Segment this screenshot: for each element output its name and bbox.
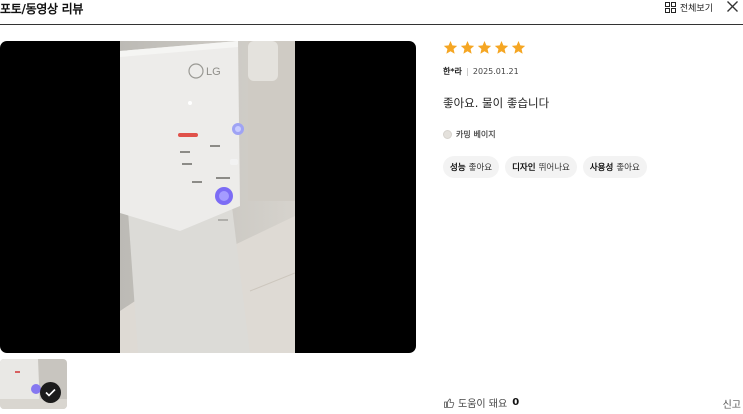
review-tag: 사용성 좋아요 [582,156,647,178]
rating-stars [443,40,526,55]
view-all-button[interactable]: 전체보기 [664,1,713,14]
star-icon [443,40,458,54]
review-author: 한*라 [443,67,462,76]
review-photo: LG [120,41,295,353]
tag-value: 좋아요 [616,163,640,173]
review-tag: 성능 좋아요 [443,156,500,178]
helpful-label: 도움이 돼요 [458,399,508,410]
brand-logo-text: LG [206,66,221,78]
option-label: 카밍 베이지 [456,130,496,139]
tag-key: 디자인 [512,163,536,173]
product-option: 카밍 베이지 [443,129,496,140]
review-tags: 성능 좋아요 디자인 뛰어나요 사용성 좋아요 [443,156,647,178]
report-link[interactable]: 신고 [723,396,741,411]
thumbnail-item[interactable] [0,359,67,409]
review-tag: 디자인 뛰어나요 [505,156,577,178]
page-title: 포토/동영상 리뷰 [0,2,84,16]
thumbs-up-icon [444,398,455,408]
tag-value: 좋아요 [468,163,493,173]
review-meta: 한*라 2025.01.21 [443,66,519,77]
tag-key: 성능 [450,163,466,173]
star-icon [477,40,492,54]
view-all-label: 전체보기 [679,4,713,14]
helpful-button[interactable]: 도움이 돼요 0 [443,395,519,410]
review-date: 2025.01.21 [472,67,519,76]
media-viewer[interactable]: LG [0,41,416,353]
meta-divider [466,67,468,76]
tag-key: 사용성 [589,163,614,173]
star-icon [460,40,475,54]
helpful-count: 0 [512,397,520,408]
star-icon [511,40,526,54]
tag-value: 뛰어나요 [538,163,570,173]
review-text: 좋아요. 물이 좋습니다 [443,96,550,110]
star-icon [494,40,509,54]
check-icon [40,382,61,403]
close-icon[interactable] [726,0,739,13]
grid-icon [664,2,676,13]
color-swatch [443,130,452,139]
header: 포토/동영상 리뷰 전체보기 [0,0,743,25]
